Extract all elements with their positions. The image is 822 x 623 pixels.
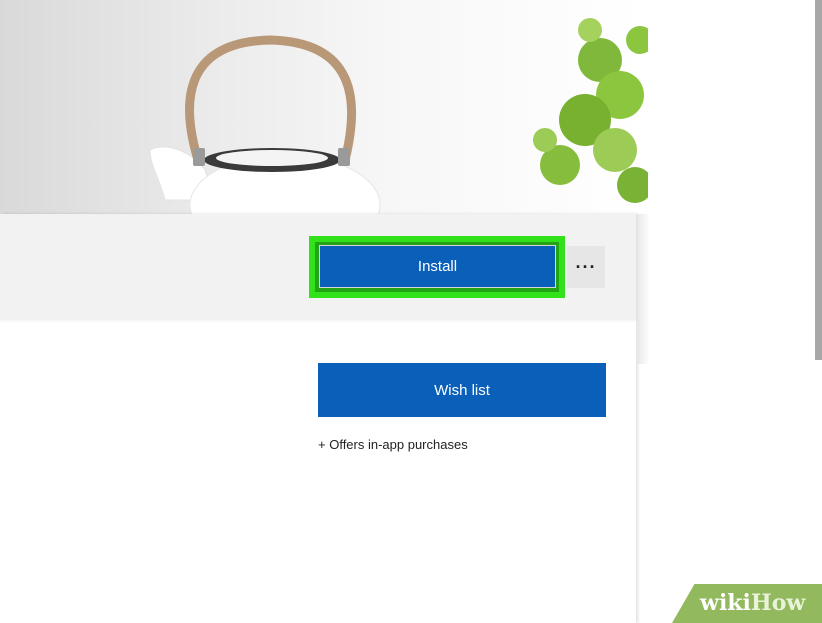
install-button[interactable]: Install xyxy=(319,245,556,288)
watermark-how: How xyxy=(750,590,806,616)
watermark-wiki: wiki xyxy=(700,590,751,616)
teapot-image xyxy=(149,18,648,214)
watermark-logo: wikiHow xyxy=(700,590,805,616)
scrollbar[interactable] xyxy=(815,0,822,360)
in-app-purchases-note: + Offers in-app purchases xyxy=(318,437,468,452)
more-icon: ··· xyxy=(575,256,597,277)
more-options-button[interactable]: ··· xyxy=(567,246,605,288)
app-hero-image xyxy=(0,0,648,214)
plant-leaves xyxy=(533,18,648,203)
background-edge xyxy=(636,214,650,364)
wish-list-button[interactable]: Wish list xyxy=(318,363,606,417)
